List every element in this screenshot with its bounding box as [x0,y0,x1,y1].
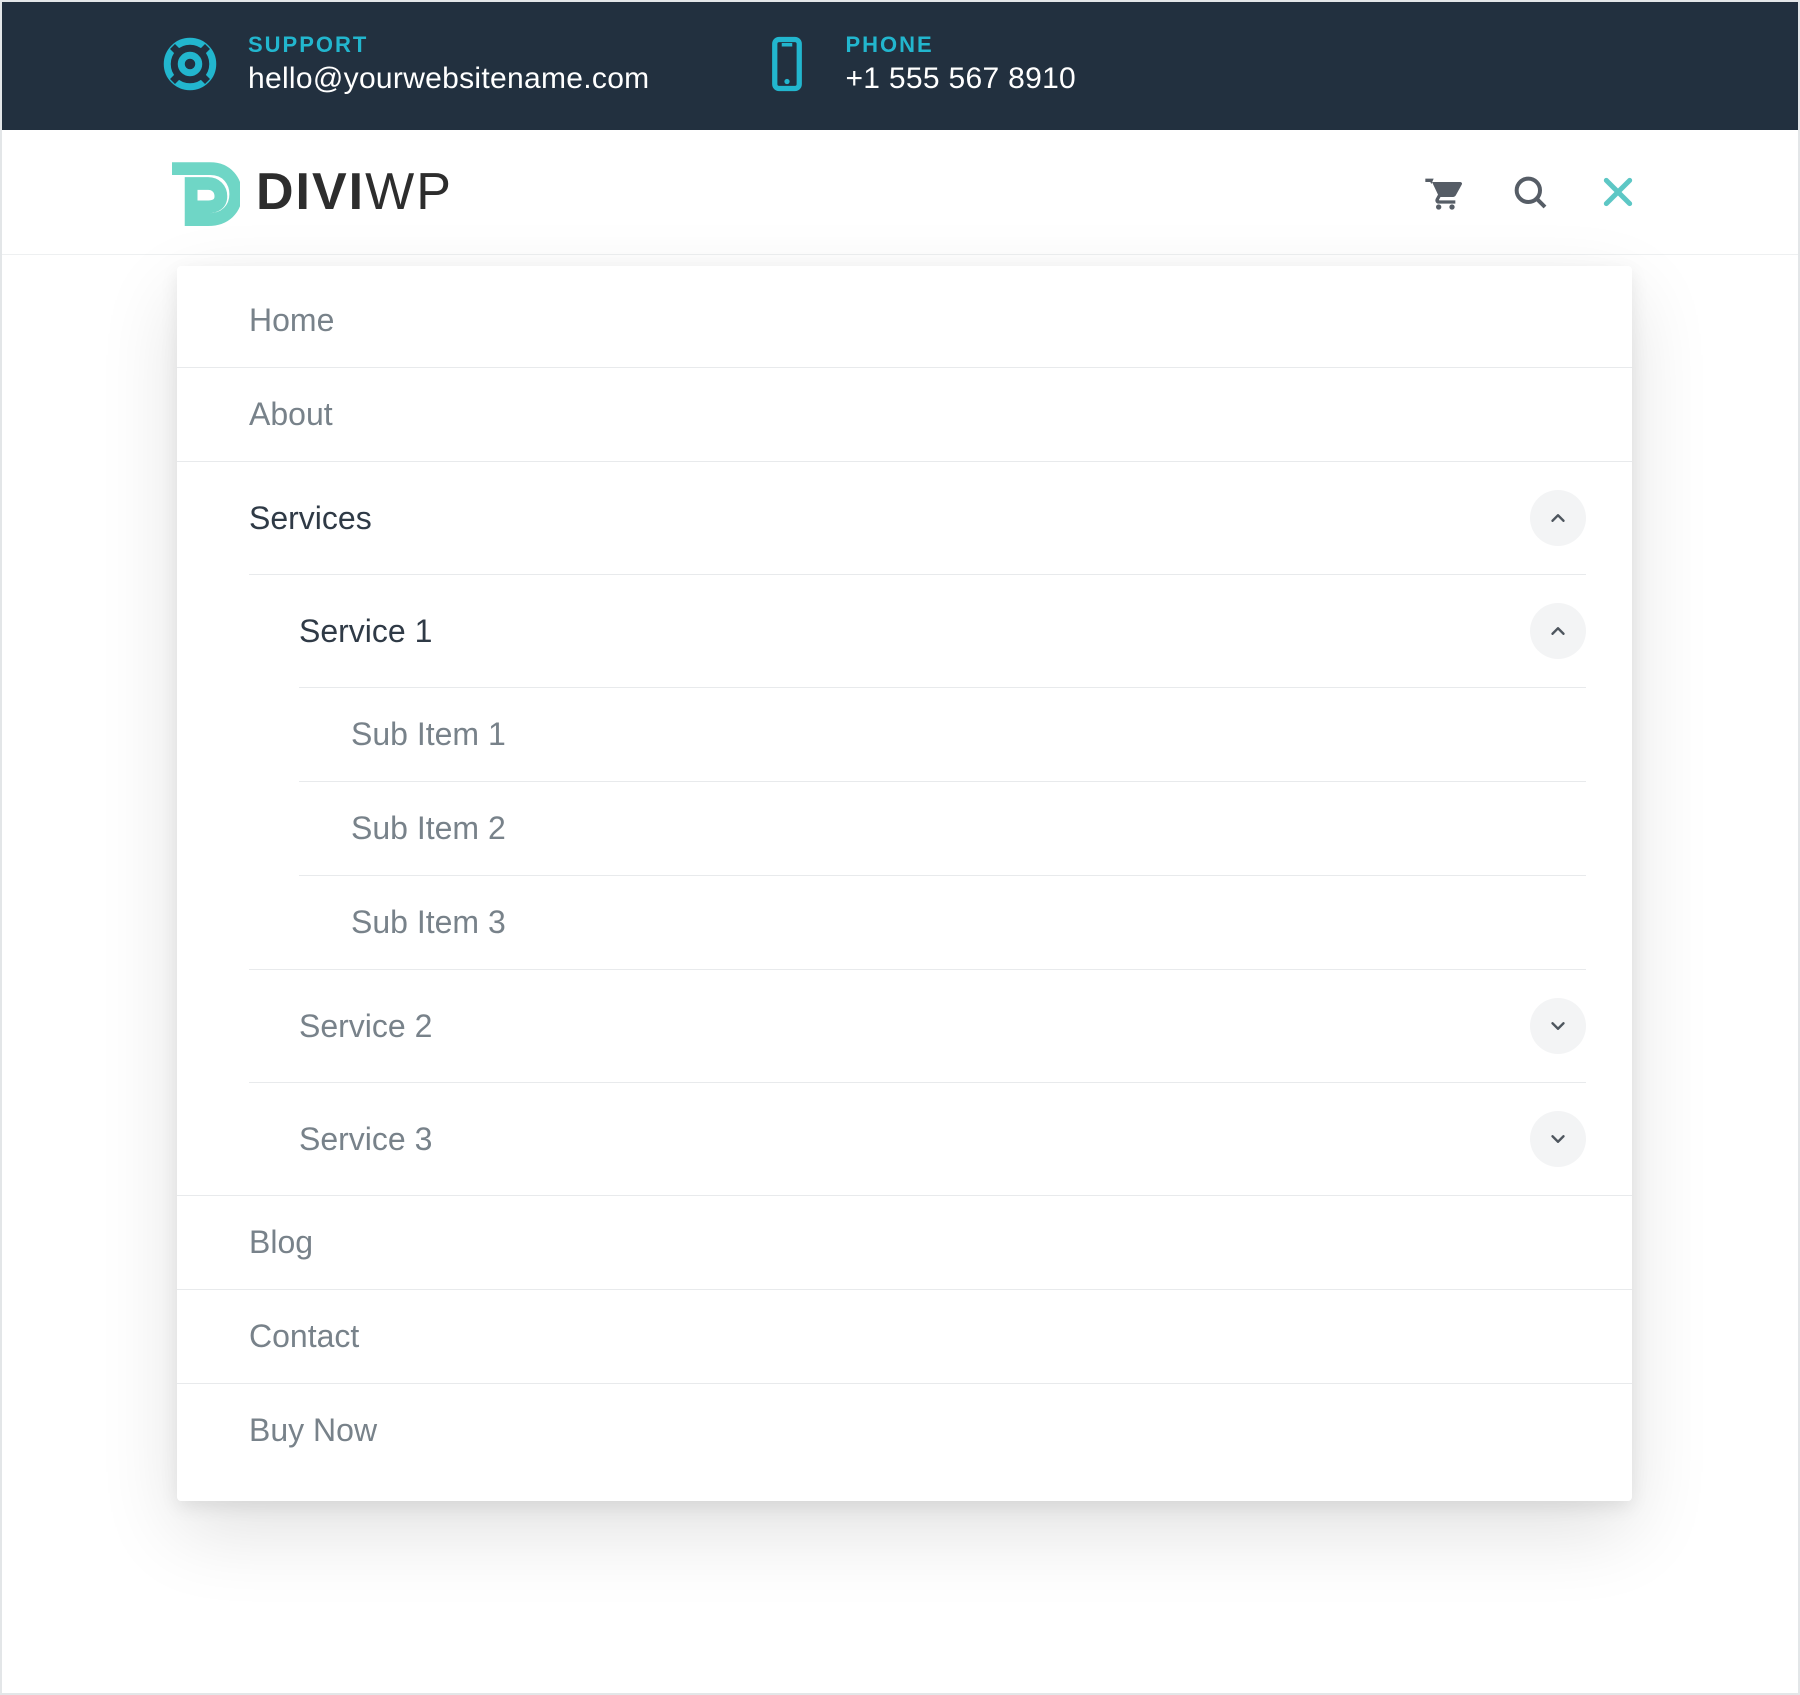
header-actions [1422,172,1638,212]
phone-block: PHONE +1 555 567 8910 [759,32,1076,96]
search-icon[interactable] [1510,172,1550,212]
support-value[interactable]: hello@yourwebsitename.com [248,62,649,96]
nav-label: Services [249,500,372,537]
nav-submenu-services: Service 1 Sub Item 1 Sub Item 2 Sub Item… [249,574,1586,1195]
nav-item-sub-item-3[interactable]: Sub Item 3 [299,875,1586,969]
mobile-menu: Home About Services Service 1 Sub Item 1 [177,266,1632,1501]
support-block: SUPPORT hello@yourwebsitename.com [162,32,649,96]
site-header: DIVIWP [2,130,1798,255]
chevron-up-icon[interactable] [1530,490,1586,546]
nav-label: Service 3 [299,1121,432,1158]
site-logo[interactable]: DIVIWP [172,158,453,226]
nav-submenu-service-1: Sub Item 1 Sub Item 2 Sub Item 3 [299,687,1586,969]
nav-label: Service 1 [299,613,432,650]
nav-label: Buy Now [249,1412,377,1449]
nav-item-blog[interactable]: Blog [177,1195,1632,1289]
life-ring-icon [162,36,218,92]
nav-label: Service 2 [299,1008,432,1045]
nav-label: Sub Item 3 [351,904,506,941]
nav-item-sub-item-1[interactable]: Sub Item 1 [299,688,1586,781]
cart-icon[interactable] [1422,172,1462,212]
nav-label: Home [249,302,334,339]
nav-item-services[interactable]: Services [177,461,1632,574]
nav-label: About [249,396,333,433]
chevron-down-icon[interactable] [1530,998,1586,1054]
close-icon[interactable] [1598,172,1638,212]
nav-label: Sub Item 1 [351,716,506,753]
nav-label: Sub Item 2 [351,810,506,847]
logo-text-b: WP [365,163,453,221]
nav-item-service-1[interactable]: Service 1 [249,575,1586,687]
logo-text: DIVIWP [256,162,453,222]
nav-item-service-2[interactable]: Service 2 [249,969,1586,1082]
chevron-up-icon[interactable] [1530,603,1586,659]
nav-item-buy-now[interactable]: Buy Now [177,1383,1632,1477]
logo-mark-icon [172,158,240,226]
chevron-down-icon[interactable] [1530,1111,1586,1167]
logo-text-a: DIVI [256,163,365,221]
nav-item-sub-item-2[interactable]: Sub Item 2 [299,781,1586,875]
nav-item-about[interactable]: About [177,367,1632,461]
nav-label: Contact [249,1318,359,1355]
nav-item-service-3[interactable]: Service 3 [249,1082,1586,1195]
phone-value[interactable]: +1 555 567 8910 [845,62,1076,96]
phone-label: PHONE [845,32,1076,58]
topbar: SUPPORT hello@yourwebsitename.com PHONE … [2,2,1798,130]
phone-icon [759,36,815,92]
nav-item-home[interactable]: Home [177,274,1632,367]
nav-label: Blog [249,1224,313,1261]
support-label: SUPPORT [248,32,649,58]
nav-item-contact[interactable]: Contact [177,1289,1632,1383]
